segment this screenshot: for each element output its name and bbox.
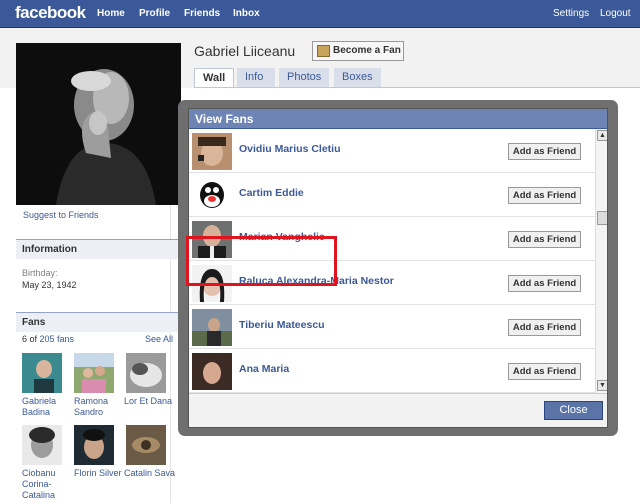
birthday-label: Birthday: bbox=[22, 268, 58, 278]
list-item: Ana Maria Add as Friend bbox=[189, 349, 595, 393]
fan-name[interactable]: Cartim Eddie bbox=[239, 187, 304, 199]
nav-settings[interactable]: Settings bbox=[553, 8, 589, 19]
fan-name-5[interactable]: Florin Silver bbox=[74, 468, 129, 479]
fan-thumb-3[interactable] bbox=[126, 353, 166, 393]
become-fan-label: Become a Fan bbox=[333, 45, 401, 56]
add-as-friend-button[interactable]: Add as Friend bbox=[508, 275, 581, 292]
list-item: Cartim Eddie Add as Friend bbox=[189, 173, 595, 217]
fan-name-4[interactable]: Ciobanu Corina-Catalina bbox=[22, 468, 77, 501]
fans-count-link[interactable]: 205 fans bbox=[40, 334, 75, 344]
tab-boxes[interactable]: Boxes bbox=[334, 68, 381, 88]
tab-wall[interactable]: Wall bbox=[194, 68, 234, 88]
fan-thumb-2[interactable] bbox=[74, 353, 114, 393]
scroll-up-arrow-icon[interactable]: ▲ bbox=[597, 130, 607, 141]
profile-name: Gabriel Liiceanu bbox=[194, 43, 296, 59]
add-as-friend-button[interactable]: Add as Friend bbox=[508, 187, 581, 204]
top-bar: facebook Home Profile Friends Inbox Sett… bbox=[0, 0, 640, 28]
scroll-thumb[interactable] bbox=[597, 211, 607, 225]
fans-heading: Fans bbox=[16, 312, 181, 332]
list-item: Ovidiu Marius Cletiu Add as Friend bbox=[189, 129, 595, 173]
birthday-value: May 23, 1942 bbox=[22, 280, 77, 290]
fan-name[interactable]: Ana Maria bbox=[239, 363, 289, 375]
fans-list-scrollbar[interactable]: ▲ ▼ bbox=[595, 129, 607, 393]
fans-count-prefix: 6 of bbox=[22, 334, 40, 344]
fan-thumb-6[interactable] bbox=[126, 425, 166, 465]
add-as-friend-button[interactable]: Add as Friend bbox=[508, 143, 581, 160]
fan-icon bbox=[317, 45, 330, 57]
fan-name-6[interactable]: Catalin Sava bbox=[124, 468, 179, 479]
fan-thumb-1[interactable] bbox=[22, 353, 62, 393]
profile-picture[interactable] bbox=[16, 43, 181, 205]
nav-friends[interactable]: Friends bbox=[184, 8, 220, 19]
fan-name[interactable]: Ovidiu Marius Cletiu bbox=[239, 143, 341, 155]
scroll-down-arrow-icon[interactable]: ▼ bbox=[597, 380, 607, 391]
avatar-man-headset[interactable] bbox=[192, 133, 232, 170]
tab-photos[interactable]: Photos bbox=[279, 68, 329, 88]
information-heading: Information bbox=[16, 239, 181, 259]
tab-underline bbox=[194, 87, 640, 88]
see-all-link[interactable]: See All bbox=[145, 334, 173, 344]
avatar-cartoon-cat[interactable] bbox=[192, 177, 232, 214]
add-as-friend-button[interactable]: Add as Friend bbox=[508, 363, 581, 380]
dialog-footer: Close bbox=[189, 393, 607, 427]
fan-name-3[interactable]: Lor Et Dana bbox=[124, 396, 179, 407]
suggest-to-friends-link[interactable]: Suggest to Friends bbox=[23, 210, 99, 220]
close-button[interactable]: Close bbox=[544, 401, 603, 420]
add-as-friend-button[interactable]: Add as Friend bbox=[508, 231, 581, 248]
avatar-woman[interactable] bbox=[192, 353, 232, 390]
tab-info[interactable]: Info bbox=[237, 68, 275, 88]
nav-logout[interactable]: Logout bbox=[600, 8, 631, 19]
add-as-friend-button[interactable]: Add as Friend bbox=[508, 319, 581, 336]
fan-name[interactable]: Tiberiu Mateescu bbox=[239, 319, 325, 331]
list-item: Tiberiu Mateescu Add as Friend bbox=[189, 305, 595, 349]
nav-inbox[interactable]: Inbox bbox=[233, 8, 260, 19]
highlight-box bbox=[186, 236, 337, 286]
nav-home[interactable]: Home bbox=[97, 8, 125, 19]
fans-count: 6 of 205 fans bbox=[22, 334, 74, 344]
nav-profile[interactable]: Profile bbox=[139, 8, 170, 19]
fan-thumb-4[interactable] bbox=[22, 425, 62, 465]
dialog-title: View Fans bbox=[189, 109, 607, 129]
fan-thumb-5[interactable] bbox=[74, 425, 114, 465]
become-fan-button[interactable]: Become a Fan bbox=[312, 41, 404, 61]
fan-name-2[interactable]: Ramona Sandro bbox=[74, 396, 129, 418]
fan-name-1[interactable]: Gabriela Badina bbox=[22, 396, 77, 418]
facebook-logo[interactable]: facebook bbox=[15, 3, 86, 23]
avatar-man-outdoors[interactable] bbox=[192, 309, 232, 346]
